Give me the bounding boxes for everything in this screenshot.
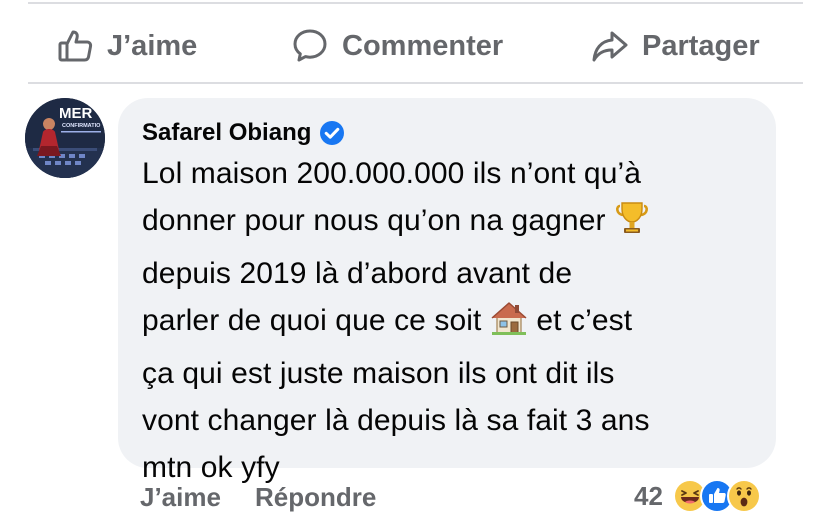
- top-divider: [28, 2, 803, 4]
- comment-button-label: Commenter: [342, 29, 504, 62]
- comment-line: vont changer là depuis là sa fait 3 ans: [142, 404, 650, 437]
- avatar-subtext: CONFIRMATIO: [62, 123, 101, 129]
- comment-author-row: Safarel Obiang: [142, 118, 752, 148]
- comment-line: ça qui est juste maison ils ont dit ils: [142, 357, 615, 390]
- comment-like-link[interactable]: J’aime: [140, 482, 221, 513]
- comment-line: Lol maison 200.000.000 ils n’ont qu’à: [142, 157, 642, 190]
- comment-reply-link[interactable]: Répondre: [255, 482, 376, 513]
- share-button[interactable]: Partager: [592, 18, 760, 74]
- reaction-count: 42: [634, 480, 663, 511]
- share-arrow-icon: [592, 28, 628, 64]
- comment-bubble: Safarel Obiang Lol maison 200.000.000 il…: [118, 98, 776, 484]
- comment-screen: J’aime Commenter Partager MER CONFIRMATI…: [0, 0, 829, 529]
- like-button[interactable]: J’aime: [57, 18, 197, 74]
- reaction-icons: [672, 479, 761, 513]
- verified-badge-icon: [319, 120, 345, 146]
- actions-divider: [28, 82, 803, 84]
- comment-meta-row: J’aime Répondre: [140, 478, 376, 516]
- speech-bubble-icon: [292, 28, 328, 64]
- comment-text: Lol maison 200.000.000 ils n’ont qu’à do…: [142, 150, 762, 491]
- comment-line: parler de quoi que ce soit et c’est: [142, 297, 762, 350]
- author-name[interactable]: Safarel Obiang: [142, 119, 311, 147]
- avatar[interactable]: MER CONFIRMATIO: [25, 98, 105, 178]
- like-button-label: J’aime: [107, 29, 198, 62]
- trophy-icon: [614, 200, 650, 250]
- avatar-logo-text: MER: [59, 105, 93, 122]
- wow-reaction-icon: [726, 479, 761, 513]
- comment-button[interactable]: Commenter: [292, 18, 503, 74]
- share-button-label: Partager: [642, 29, 760, 62]
- thumbs-up-icon: [57, 28, 93, 64]
- reactions-summary[interactable]: 42: [634, 476, 761, 516]
- comment-line: depuis 2019 là d’abord avant de: [142, 257, 573, 290]
- house-icon: [490, 300, 528, 350]
- post-action-bar: J’aime Commenter Partager: [0, 18, 829, 74]
- comment-line: donner pour nous qu’on na gagner: [142, 197, 762, 250]
